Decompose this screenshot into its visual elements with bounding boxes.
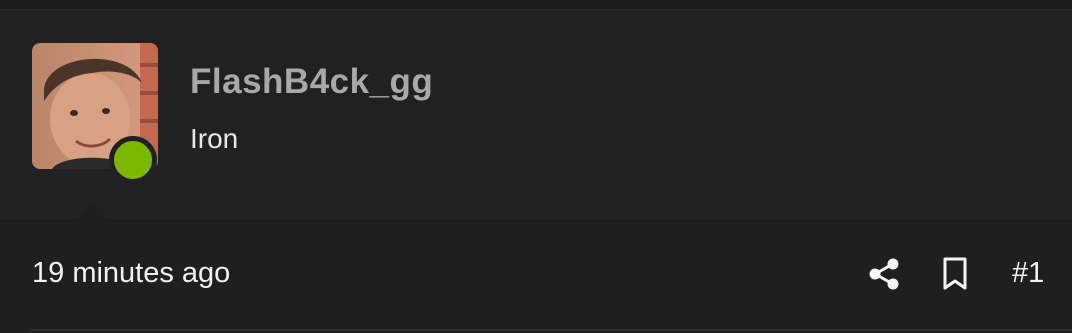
footer-bottom-divider [30,329,1072,331]
post-number-link[interactable]: #1 [1012,257,1044,290]
username-link[interactable]: FlashB4ck_gg [190,62,433,102]
bookmark-button[interactable] [941,257,969,291]
forum-post: FlashB4ck_gg Iron 19 minutes ago #1 [0,0,1072,333]
user-title: Iron [190,123,239,154]
post-timestamp[interactable]: 19 minutes ago [32,257,230,290]
online-status-indicator [109,136,157,184]
share-icon [869,258,899,290]
post-user-header: FlashB4ck_gg Iron [0,10,1072,231]
share-button[interactable] [868,257,900,291]
post-footer: 19 minutes ago #1 [0,221,1072,333]
avatar-container[interactable] [32,43,158,184]
bookmark-icon [943,257,967,290]
top-divider [0,0,1072,10]
